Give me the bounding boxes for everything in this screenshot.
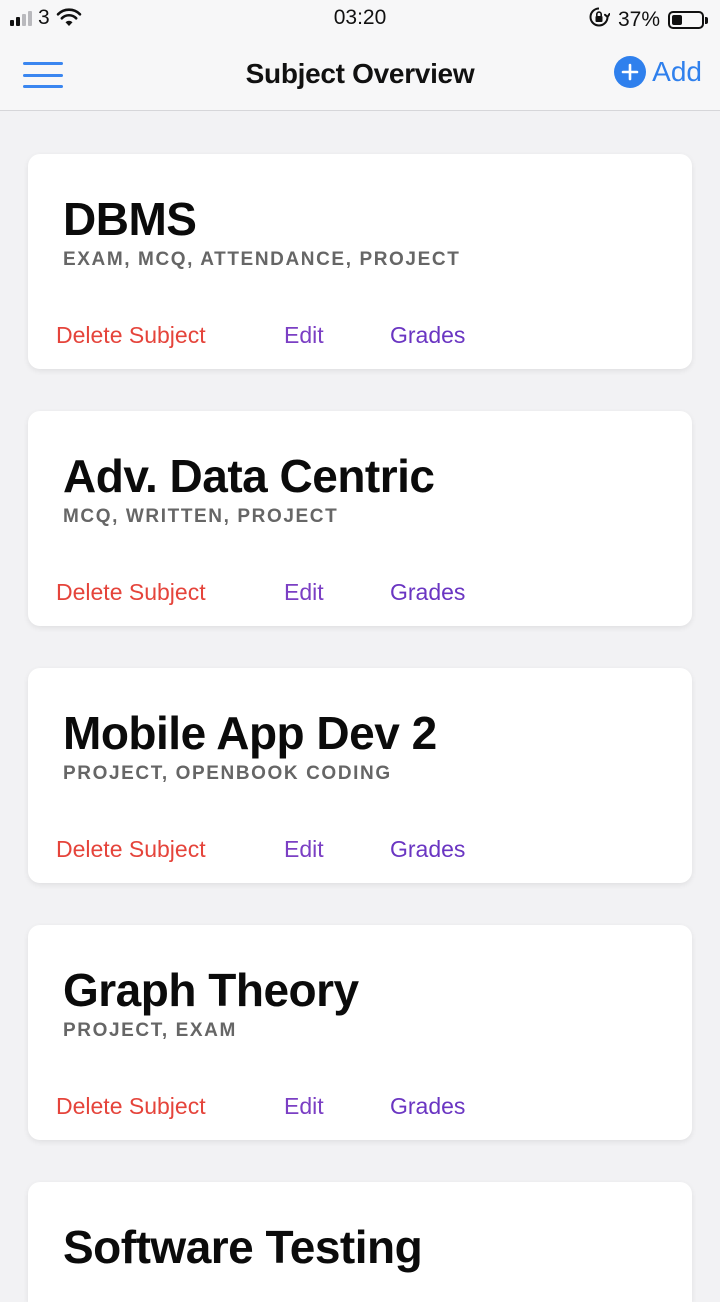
subject-name: DBMS <box>63 193 197 245</box>
edit-button[interactable]: Edit <box>284 1093 324 1120</box>
battery-icon <box>668 11 708 29</box>
subject-assessments: PROJECT, EXAM <box>63 1020 237 1041</box>
grades-button[interactable]: Grades <box>390 836 465 863</box>
subject-assessments: PROJECT, OPENBOOK CODING <box>63 763 392 784</box>
battery-fill <box>672 15 682 25</box>
add-button[interactable]: Add <box>614 56 702 88</box>
subject-card: DBMS EXAM, MCQ, ATTENDANCE, PROJECT Dele… <box>28 154 692 369</box>
grades-button[interactable]: Grades <box>390 1093 465 1120</box>
page-title: Subject Overview <box>245 58 475 89</box>
battery-percent: 37% <box>617 8 660 31</box>
subject-card: Adv. Data Centric MCQ, WRITTEN, PROJECT … <box>28 411 692 626</box>
delete-subject-button[interactable]: Delete Subject <box>56 836 206 863</box>
edit-button[interactable]: Edit <box>284 579 324 606</box>
subject-card: Software Testing <box>28 1182 692 1302</box>
status-right: 37% <box>588 6 708 34</box>
delete-subject-button[interactable]: Delete Subject <box>56 1093 206 1120</box>
edit-button[interactable]: Edit <box>284 836 324 863</box>
navigation-bar: Subject Overview Add <box>0 38 720 111</box>
subject-name: Software Testing <box>63 1221 423 1273</box>
card-actions: Delete Subject Edit Grades <box>28 1093 692 1123</box>
card-actions: Delete Subject Edit Grades <box>28 579 692 609</box>
subject-name: Adv. Data Centric <box>63 450 435 502</box>
delete-subject-button[interactable]: Delete Subject <box>56 322 206 349</box>
delete-subject-button[interactable]: Delete Subject <box>56 579 206 606</box>
orientation-lock-icon <box>588 6 611 34</box>
edit-button[interactable]: Edit <box>284 322 324 349</box>
card-actions: Delete Subject Edit Grades <box>28 322 692 352</box>
grades-button[interactable]: Grades <box>390 579 465 606</box>
status-bar: 3 03:20 37% <box>0 0 720 38</box>
card-actions: Delete Subject Edit Grades <box>28 836 692 866</box>
grades-button[interactable]: Grades <box>390 322 465 349</box>
subject-card: Mobile App Dev 2 PROJECT, OPENBOOK CODIN… <box>28 668 692 883</box>
subject-card: Graph Theory PROJECT, EXAM Delete Subjec… <box>28 925 692 1140</box>
add-label: Add <box>652 56 702 87</box>
subject-assessments: EXAM, MCQ, ATTENDANCE, PROJECT <box>63 249 461 270</box>
plus-circle-icon <box>614 56 647 88</box>
subject-assessments: MCQ, WRITTEN, PROJECT <box>63 506 339 527</box>
subject-name: Mobile App Dev 2 <box>63 707 437 759</box>
subject-name: Graph Theory <box>63 964 359 1016</box>
